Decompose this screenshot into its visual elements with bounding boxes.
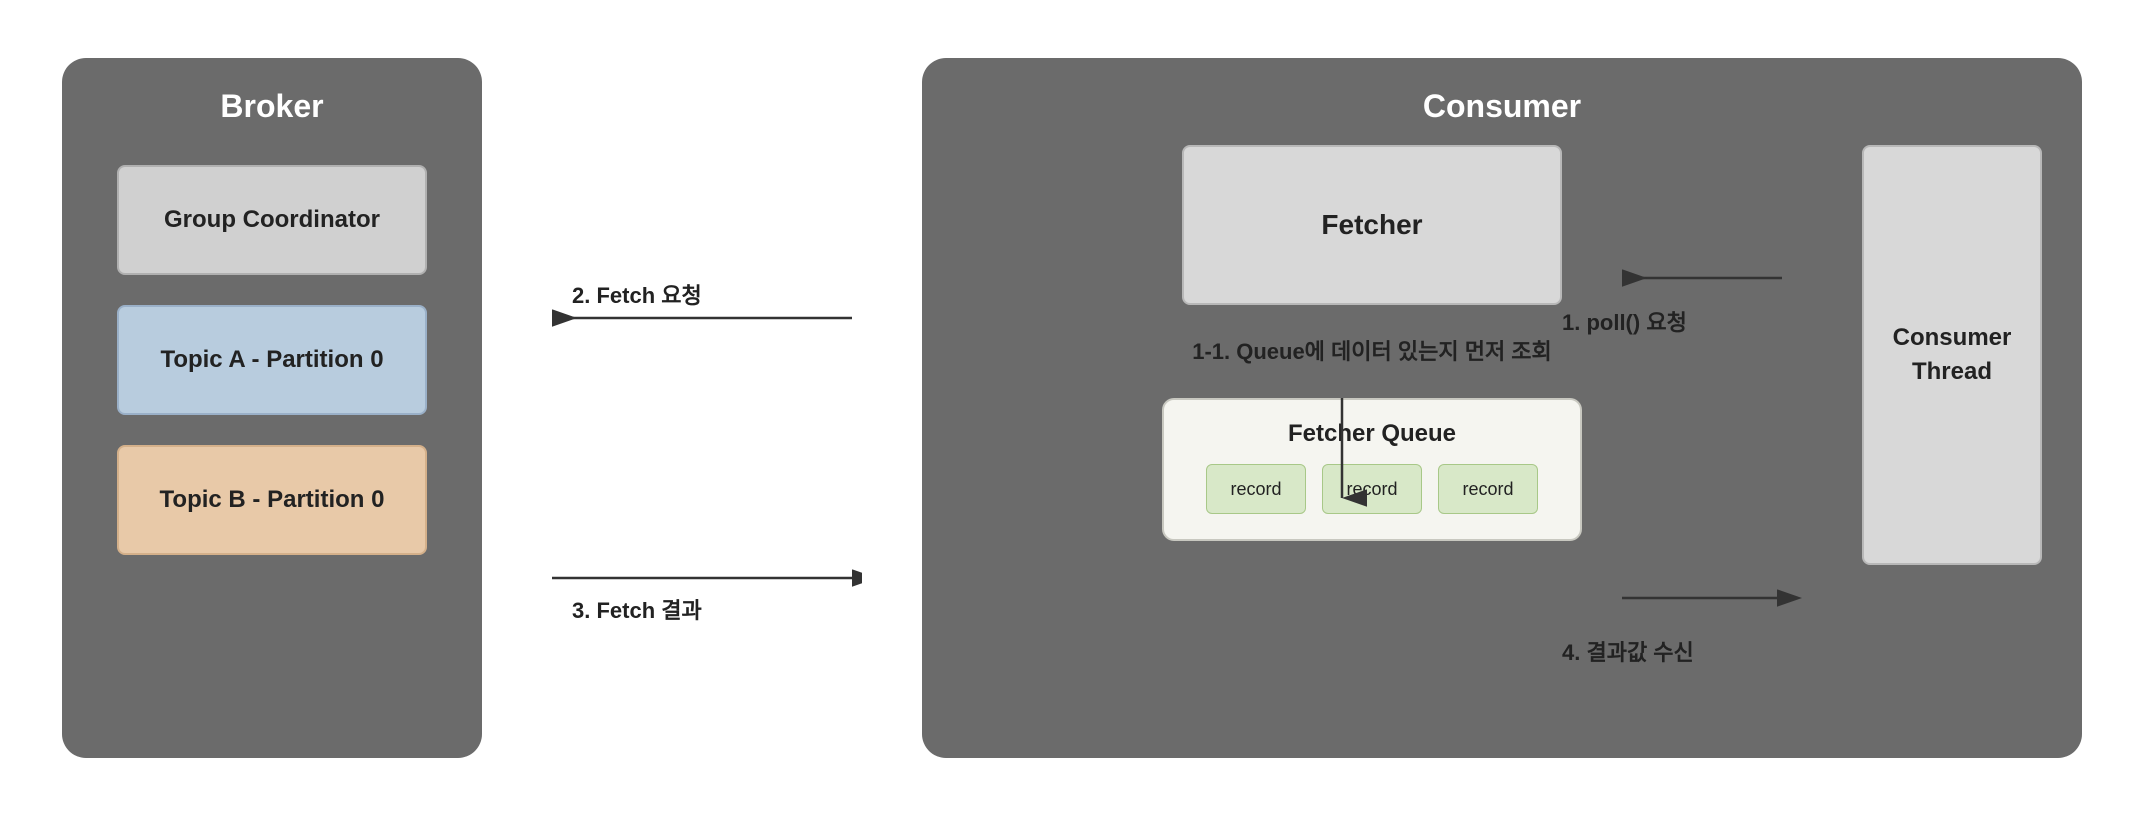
group-coordinator-label: Group Coordinator <box>164 206 380 234</box>
fetcher-box: Fetcher <box>1182 145 1562 305</box>
consumer-thread-box: Consumer Thread <box>1862 145 2042 565</box>
fetcher-queue-box: Fetcher Queue record record record <box>1162 398 1582 541</box>
consumer-thread-label: Consumer Thread <box>1893 321 2012 388</box>
arrow-area: 2. Fetch 요청 3. Fetch 결과 <box>542 58 862 758</box>
broker-box: Broker Group Coordinator Topic A - Parti… <box>62 58 482 758</box>
record-row: record record record <box>1206 464 1538 514</box>
consumer-box: Consumer <box>922 58 2082 758</box>
broker-title: Broker <box>220 88 323 125</box>
record-box-3: record <box>1438 464 1538 514</box>
record-box-1: record <box>1206 464 1306 514</box>
fetch-request-label: 2. Fetch 요청 <box>572 278 702 310</box>
diagram-container: Broker Group Coordinator Topic A - Parti… <box>22 18 2122 798</box>
fetch-result-label: 3. Fetch 결과 <box>572 593 702 625</box>
consumer-inner: Fetcher 1-1. Queue에 데이터 있는지 먼저 조회 Fetche… <box>962 145 2042 728</box>
consumer-main: Fetcher 1-1. Queue에 데이터 있는지 먼저 조회 Fetche… <box>962 145 1782 541</box>
poll-request-label: 1. poll() 요청 <box>1562 305 1687 337</box>
record-box-2: record <box>1322 464 1422 514</box>
partition-b-label: Topic B - Partition 0 <box>160 486 385 514</box>
partition-b-box: Topic B - Partition 0 <box>117 445 427 555</box>
partition-a-box: Topic A - Partition 0 <box>117 305 427 415</box>
queue-check-label: 1-1. Queue에 데이터 있는지 먼저 조회 <box>1192 335 1552 368</box>
consumer-title: Consumer <box>962 88 2042 125</box>
fetcher-queue-label: Fetcher Queue <box>1288 420 1456 448</box>
fetcher-label: Fetcher <box>1321 209 1422 241</box>
result-receive-label: 4. 결과값 수신 <box>1562 635 1694 667</box>
group-coordinator-box: Group Coordinator <box>117 165 427 275</box>
partition-a-label: Topic A - Partition 0 <box>160 346 383 374</box>
middle-arrows-svg <box>542 58 862 758</box>
